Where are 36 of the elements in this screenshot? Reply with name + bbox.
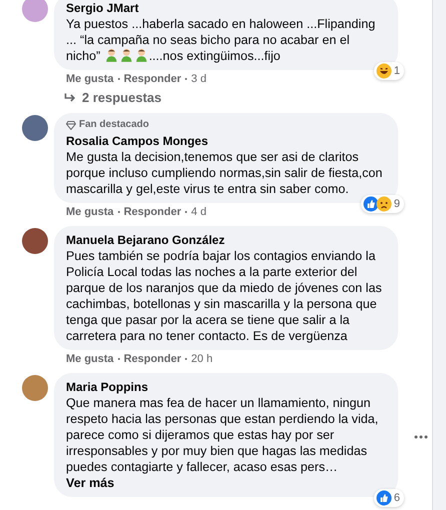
reply-arrow-icon — [64, 93, 76, 103]
reaction-count: 1 — [394, 64, 400, 78]
timestamp: 3 d — [191, 72, 206, 86]
reply-link[interactable]: Responder — [124, 72, 182, 86]
reaction-count-pill[interactable]: 6 — [374, 488, 404, 507]
laughing-face-icon — [376, 62, 392, 79]
avatar[interactable] — [22, 375, 48, 401]
comment-text: Ya puestos ...haberla sacado en haloween ...Flipanding ... “la campaña no seas bicho para no acabar en el nicho” ....nos extingüimos...fijo — [66, 16, 376, 64]
author-name[interactable]: Maria Poppins — [66, 379, 148, 395]
reply-link[interactable]: Responder — [124, 205, 182, 219]
thumbs-up-icon — [362, 196, 379, 212]
reaction-count: 9 — [394, 196, 400, 212]
timestamp: 4 d — [191, 205, 206, 219]
sad-face-icon — [376, 196, 392, 212]
like-link[interactable]: Me gusta — [66, 72, 114, 86]
thumbs-up-icon — [376, 490, 392, 506]
reaction-count-pill[interactable]: 9 — [360, 194, 404, 213]
comment-text: Que manera mas fea de hacer un llamamiento, ningun respeto hacia las personas que estan perdiendo la vida, parece como si dijeramos que estas hay por ser irresponsables y por muy bien que hagas las medidas puedes contagiarte y fallecer, acaso esas pers… Ver más — [66, 395, 380, 491]
comment-text: Me gusta la decision,tenemos que ser asi de claritos porque incluso cumpliendo normas,sin salir de fiesta,con mascarilla y gel,este virus te entra sin saber como. — [66, 149, 384, 197]
badge-label: Fan destacado — [79, 119, 150, 131]
author-name[interactable]: Manuela Bejarano González — [66, 232, 225, 248]
see-more-link[interactable]: Ver más — [66, 476, 114, 490]
view-replies-button[interactable]: 2 respuestas — [54, 90, 162, 106]
avatar[interactable] — [22, 228, 48, 254]
author-name[interactable]: Sergio JMart — [66, 0, 139, 16]
like-link[interactable]: Me gusta — [66, 205, 114, 219]
comment-text: Pues también se podría bajar los contagios enviando la Policía Local todas las noches a la parte exterior del parque de los naranjos que da miedo de jóvenes con las cachimbas, botellonas y sin mascarilla y la persona que tenga que pasar por la acera se tiene que salir a la carretera para no tener contacto. Es de vergüenza — [66, 248, 383, 344]
diamond-icon — [66, 120, 76, 130]
like-link[interactable]: Me gusta — [66, 352, 114, 366]
timestamp: 20 h — [191, 352, 213, 366]
reply-link[interactable]: Responder — [124, 352, 182, 366]
author-name[interactable]: Rosalia Campos Monges — [66, 133, 208, 149]
avatar[interactable] — [22, 115, 48, 141]
more-options-icon[interactable] — [414, 435, 428, 439]
reaction-count-pill[interactable]: 1 — [374, 62, 404, 80]
reaction-count: 6 — [394, 490, 400, 506]
